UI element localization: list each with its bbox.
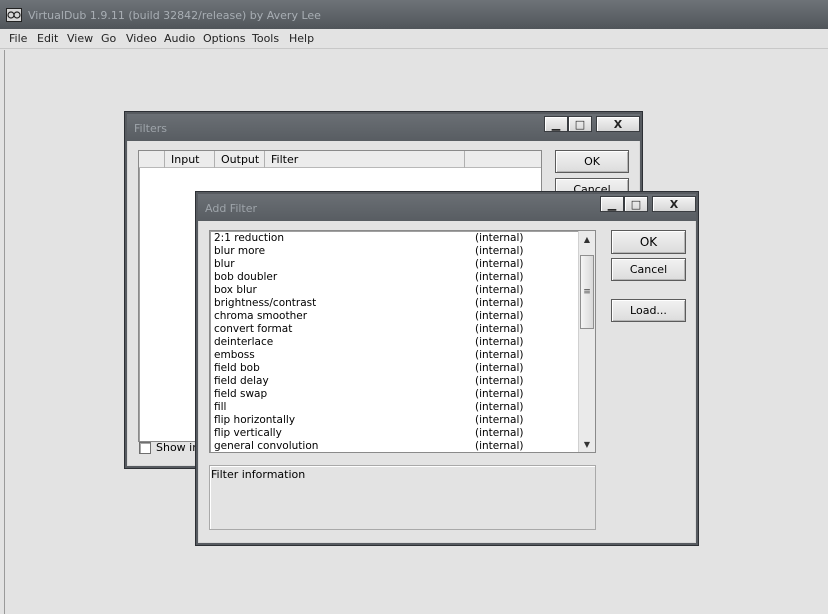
scrollbar-grip-icon: ≡ [583, 287, 591, 297]
filter-list-item[interactable]: blur (internal) [210, 258, 578, 271]
filter-source: (internal) [475, 336, 524, 348]
filter-source: (internal) [475, 414, 524, 426]
menu-options[interactable]: Options [203, 32, 245, 45]
filter-name: bob doubler [214, 271, 278, 283]
column-header-input[interactable]: Input [165, 151, 215, 168]
filter-name: flip vertically [214, 427, 282, 439]
filter-list-item[interactable]: brightness/contrast (internal) [210, 297, 578, 310]
filter-source: (internal) [475, 427, 524, 439]
filter-name: field bob [214, 362, 260, 374]
filter-name: general convolution [214, 440, 319, 452]
filter-source: (internal) [475, 310, 524, 322]
menu-audio[interactable]: Audio [164, 32, 195, 45]
menu-bar: File Edit View Go Video Audio Options To… [0, 29, 828, 49]
filter-name: emboss [214, 349, 255, 361]
filter-name: deinterlace [214, 336, 274, 348]
filter-list-item[interactable]: bob doubler (internal) [210, 271, 578, 284]
column-header-output[interactable]: Output [215, 151, 265, 168]
close-icon[interactable]: X [596, 116, 640, 132]
filter-information-label: Filter information [211, 468, 306, 481]
minimize-icon[interactable]: ▁ [600, 196, 624, 212]
filter-source: (internal) [475, 375, 524, 387]
filters-list-header: Input Output Filter [139, 151, 541, 168]
filters-caption-buttons: ▁ □ X [544, 114, 642, 134]
filter-list-item[interactable]: fill (internal) [210, 401, 578, 414]
main-window-title: VirtualDub 1.9.11 (build 32842/release) … [28, 9, 321, 22]
show-image-checkbox[interactable] [139, 442, 151, 454]
filter-name: fill [214, 401, 227, 413]
filter-list-item[interactable]: field swap (internal) [210, 388, 578, 401]
menu-edit[interactable]: Edit [37, 32, 58, 45]
filter-list-item[interactable]: emboss (internal) [210, 349, 578, 362]
column-header-checkbox[interactable] [139, 151, 165, 168]
filter-source: (internal) [475, 349, 524, 361]
filter-list-item[interactable]: flip vertically (internal) [210, 427, 578, 440]
load-filter-button[interactable]: Load... [611, 299, 686, 322]
column-header-filter[interactable]: Filter [265, 151, 465, 168]
filter-name: blur more [214, 245, 266, 257]
filter-name: convert format [214, 323, 293, 335]
scroll-up-arrow-icon[interactable]: ▲ [579, 231, 595, 247]
menu-go[interactable]: Go [101, 32, 116, 45]
maximize-icon[interactable]: □ [624, 196, 648, 212]
scroll-down-arrow-icon[interactable]: ▼ [579, 436, 595, 452]
filter-name: 2:1 reduction [214, 232, 284, 244]
filter-list-item[interactable]: flip horizontally (internal) [210, 414, 578, 427]
menu-view[interactable]: View [67, 32, 93, 45]
add-filter-ok-button[interactable]: OK [611, 230, 686, 254]
filter-name: blur [214, 258, 235, 270]
filter-source: (internal) [475, 401, 524, 413]
filter-source: (internal) [475, 245, 524, 257]
filter-name: box blur [214, 284, 257, 296]
filters-title-bar[interactable]: Filters ▁ □ X [127, 114, 640, 141]
filter-source: (internal) [475, 297, 524, 309]
main-title-bar: VirtualDub 1.9.11 (build 32842/release) … [0, 0, 828, 29]
filter-name: flip horizontally [214, 414, 296, 426]
filter-list-item[interactable]: blur more (internal) [210, 245, 578, 258]
filter-name: brightness/contrast [214, 297, 317, 309]
add-filter-cancel-button[interactable]: Cancel [611, 258, 686, 281]
add-filter-dialog: Add Filter ▁ □ X 2:1 reduction (internal)… [195, 191, 699, 546]
menu-tools[interactable]: Tools [252, 32, 279, 45]
scrollbar-thumb[interactable]: ≡ [580, 255, 594, 329]
filter-name: field swap [214, 388, 268, 400]
filter-source: (internal) [475, 232, 524, 244]
filter-list-item[interactable]: field delay (internal) [210, 375, 578, 388]
close-icon[interactable]: X [652, 196, 696, 212]
filters-ok-button[interactable]: OK [555, 150, 629, 173]
add-filter-title-bar[interactable]: Add Filter ▁ □ X [198, 194, 696, 221]
filter-source: (internal) [475, 271, 524, 283]
filter-information-box: Filter information [209, 465, 596, 530]
menu-video[interactable]: Video [126, 32, 157, 45]
minimize-icon[interactable]: ▁ [544, 116, 568, 132]
filter-list-item[interactable]: field bob (internal) [210, 362, 578, 375]
maximize-icon[interactable]: □ [568, 116, 592, 132]
filter-list-item[interactable]: general convolution (internal) [210, 440, 578, 452]
filter-source: (internal) [475, 388, 524, 400]
filter-list-box[interactable]: 2:1 reduction (internal) blur more (interna… [209, 230, 596, 453]
add-filter-caption-buttons: ▁ □ X [600, 194, 698, 214]
filter-name: chroma smoother [214, 310, 308, 322]
menu-file[interactable]: File [9, 32, 27, 45]
filter-list-item[interactable]: deinterlace (internal) [210, 336, 578, 349]
filter-source: (internal) [475, 284, 524, 296]
filters-dialog-title: Filters [134, 122, 167, 135]
filter-name: field delay [214, 375, 269, 387]
filter-list-scrollbar[interactable]: ▲ ≡ ▼ [578, 231, 595, 452]
add-filter-dialog-title: Add Filter [205, 202, 258, 215]
filter-source: (internal) [475, 362, 524, 374]
filter-list-item[interactable]: chroma smoother (internal) [210, 310, 578, 323]
filter-list-item[interactable]: box blur (internal) [210, 284, 578, 297]
filter-list-item[interactable]: 2:1 reduction (internal) [210, 232, 578, 245]
filter-list-item[interactable]: convert format (internal) [210, 323, 578, 336]
menu-help[interactable]: Help [289, 32, 314, 45]
filter-source: (internal) [475, 440, 524, 452]
virtualdub-app-icon[interactable] [6, 8, 22, 22]
filter-source: (internal) [475, 258, 524, 270]
filter-source: (internal) [475, 323, 524, 335]
